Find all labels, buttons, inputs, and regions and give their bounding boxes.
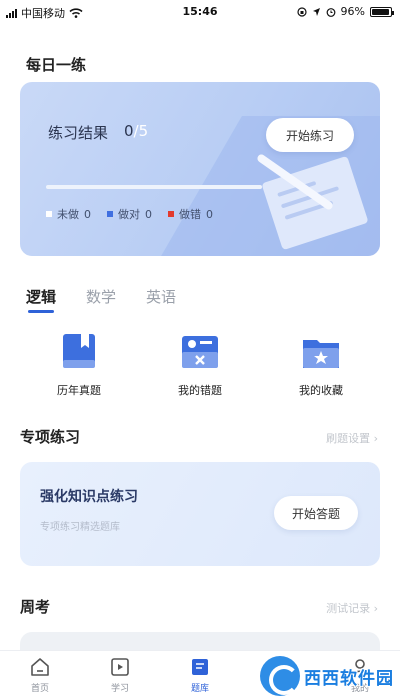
daily-practice-title: 每日一练 — [26, 56, 87, 74]
lock-rotation-icon — [296, 6, 307, 17]
weekly-exam-title: 周考 — [20, 598, 51, 616]
tab-math[interactable]: 数学 — [86, 286, 116, 307]
special-practice-card: 强化知识点练习 专项练习精选题库 开始答题 — [20, 462, 380, 566]
past-exams-shortcut[interactable]: 历年真题 — [34, 332, 124, 398]
legend-wrong-swatch — [168, 211, 174, 217]
location-icon — [312, 7, 320, 16]
battery-icon — [370, 6, 394, 17]
practice-legend: 未做 0 做对 0 做错 0 — [46, 206, 213, 222]
legend-wrong: 做错 0 — [168, 206, 213, 222]
subject-tabs: 逻辑 数学 英语 — [26, 286, 176, 307]
nav-question-bank[interactable]: 题库 — [160, 651, 240, 700]
legend-correct-swatch — [107, 211, 113, 217]
tab-english[interactable]: 英语 — [146, 286, 176, 307]
legend-correct: 做对 0 — [107, 206, 152, 222]
watermark: 西西软件园 — [260, 656, 394, 696]
legend-undone-swatch — [46, 211, 52, 217]
nav-home[interactable]: 首页 — [0, 651, 80, 700]
practice-result-label: 练习结果 — [48, 124, 109, 142]
knowledge-practice-subtitle: 专项练习精选题库 — [40, 522, 120, 533]
watermark-logo-icon — [260, 656, 300, 696]
battery-percent: 96% — [340, 5, 365, 18]
knowledge-practice-title: 强化知识点练习 — [40, 489, 138, 505]
alarm-icon — [326, 7, 335, 17]
practice-settings-link[interactable]: 刷题设置 › — [326, 430, 378, 446]
wrong-questions-icon — [180, 332, 220, 372]
test-records-link[interactable]: 测试记录 › — [326, 600, 378, 616]
daily-practice-card: 练习结果 0/5 开始练习 未做 0 做对 0 做错 0 — [20, 82, 380, 256]
favorites-shortcut[interactable]: 我的收藏 — [276, 332, 366, 398]
active-tab-indicator — [28, 310, 54, 313]
status-bar: 中国移动 15:46 96% — [0, 0, 400, 24]
watermark-text: 西西软件园 — [304, 668, 394, 689]
start-practice-button[interactable]: 开始练习 — [266, 118, 354, 152]
legend-undone: 未做 0 — [46, 206, 91, 222]
wrong-questions-shortcut[interactable]: 我的错题 — [155, 332, 245, 398]
home-icon — [29, 656, 51, 678]
start-answering-button[interactable]: 开始答题 — [274, 496, 358, 530]
nav-study[interactable]: 学习 — [80, 651, 160, 700]
study-icon — [109, 656, 131, 678]
special-practice-title: 专项练习 — [20, 428, 81, 446]
book-icon — [59, 332, 99, 372]
question-bank-icon — [189, 656, 211, 678]
practice-result-count: 0/5 — [124, 122, 149, 140]
tab-logic[interactable]: 逻辑 — [26, 286, 56, 307]
practice-progress-bar — [46, 185, 262, 189]
star-folder-icon — [301, 332, 341, 372]
